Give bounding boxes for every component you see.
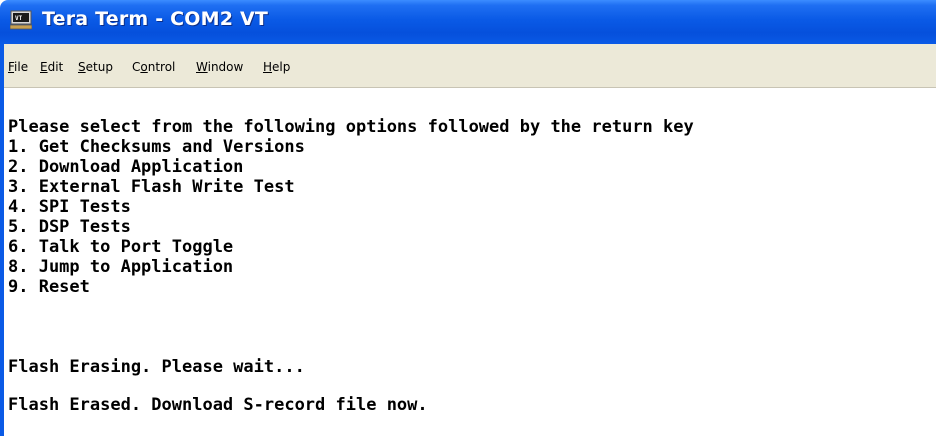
terminal-line: 3. External Flash Write Test xyxy=(8,177,295,197)
menu-control-label: ntrol xyxy=(147,60,176,74)
menu-edit-label: dit xyxy=(47,60,64,74)
menu-bar: File Edit Setup Control Window Help xyxy=(0,44,936,88)
menu-edit[interactable]: Edit xyxy=(40,60,63,74)
menu-setup-label: etup xyxy=(85,60,113,74)
title-bar[interactable]: VT Tera Term - COM2 VT xyxy=(0,0,936,44)
menu-setup[interactable]: Setup xyxy=(78,60,113,74)
menu-control[interactable]: Control xyxy=(132,60,175,74)
window-title: Tera Term - COM2 VT xyxy=(42,8,269,30)
menu-file-label: ile xyxy=(14,60,29,74)
terminal-line: 8. Jump to Application xyxy=(8,257,234,277)
menu-help-mnemonic: H xyxy=(263,60,273,74)
terminal-line: 1. Get Checksums and Versions xyxy=(8,137,305,157)
menu-edit-mnemonic: E xyxy=(40,60,48,74)
terminal-line: 6. Talk to Port Toggle xyxy=(8,237,234,257)
menu-file[interactable]: File xyxy=(8,60,28,74)
svg-text:VT: VT xyxy=(15,15,23,22)
terminal-line: 2. Download Application xyxy=(8,157,244,177)
terminal-line: Please select from the following options… xyxy=(8,117,694,137)
terminal-line: 5. DSP Tests xyxy=(8,217,131,237)
tera-term-window: VT Tera Term - COM2 VT File Edit Setup C… xyxy=(0,0,936,436)
menu-window-label: indow xyxy=(207,60,244,74)
terminal-line: 9. Reset xyxy=(8,277,90,297)
menu-setup-mnemonic: S xyxy=(78,60,86,74)
terminal-screen[interactable]: Please select from the following options… xyxy=(4,89,936,436)
menu-help-label: elp xyxy=(272,60,291,74)
menu-window-mnemonic: W xyxy=(196,60,208,74)
menu-control-mnemonic: o xyxy=(140,60,148,74)
menu-help[interactable]: Help xyxy=(263,60,290,74)
tera-term-app-icon[interactable]: VT xyxy=(10,10,32,30)
terminal-line: 4. SPI Tests xyxy=(8,197,131,217)
menu-window[interactable]: Window xyxy=(196,60,243,74)
terminal-line: Flash Erased. Download S-record file now… xyxy=(8,395,428,415)
terminal-line: Flash Erasing. Please wait... xyxy=(8,357,305,377)
